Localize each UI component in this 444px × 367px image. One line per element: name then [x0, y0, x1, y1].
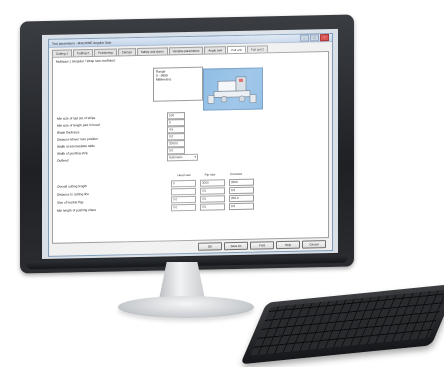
- field-label: Blade thickness: [57, 129, 80, 135]
- save-as-button[interactable]: Save As: [224, 241, 248, 251]
- outfeed-select[interactable]: Automatic: [167, 154, 198, 162]
- grid-cell[interactable]: 0.0: [229, 187, 254, 194]
- grid-row-label: Distance to cutting line: [57, 191, 90, 197]
- grid-cell[interactable]: 3200: [229, 179, 254, 186]
- tool-parameters-dialog: Tool parameters - MACHINE Angular Saw _ …: [48, 32, 333, 257]
- machine-preview-image: [203, 67, 263, 111]
- grid-cell[interactable]: 3000: [200, 179, 225, 187]
- grid-cell[interactable]: 200.0: [229, 195, 254, 202]
- field-row: Outfeed Automatic: [57, 154, 198, 163]
- keyboard-keys: [249, 289, 444, 356]
- help-button[interactable]: Help: [276, 240, 300, 250]
- field-input[interactable]: 0.0: [167, 147, 185, 155]
- field-label: Min size of length part in head: [57, 122, 100, 128]
- tab-panel: Multisaw 1 (Angular / Wrap saw oscillato…: [52, 51, 329, 244]
- field-input[interactable]: 0: [167, 119, 185, 127]
- grid-cell[interactable]: [171, 188, 196, 195]
- field-input[interactable]: 4.5: [167, 126, 185, 134]
- monitor: Tool parameters - MACHINE Angular Saw _ …: [20, 14, 354, 274]
- grid-cell[interactable]: 0.0: [200, 195, 225, 203]
- grid-cell[interactable]: 0.0: [200, 187, 225, 195]
- grid-header: Head saw Rip saw Crosscut: [171, 172, 249, 178]
- monitor-screen: Tool parameters - MACHINE Angular Saw _ …: [42, 28, 338, 260]
- grid-cell[interactable]: 0.0: [171, 196, 196, 203]
- grid-column-header: Rip saw: [204, 172, 216, 177]
- range-info-box: Range 0 - 9999 Millimeters: [153, 66, 203, 102]
- keyboard: [240, 283, 444, 365]
- grid-column-header: Crosscut: [230, 171, 242, 177]
- monitor-stand-base: [118, 296, 254, 318]
- saw-machine-icon: [207, 76, 257, 104]
- range-line: Millimeters: [156, 77, 172, 83]
- ok-button[interactable]: OK: [198, 242, 222, 251]
- grid-column-header: Head saw: [177, 172, 191, 178]
- field-input[interactable]: 0.0: [167, 133, 185, 141]
- grid-row-label: Min length of pushing share: [57, 207, 97, 213]
- grid-cell[interactable]: 0.0: [229, 203, 254, 210]
- field-label: Width of pushing strip: [57, 150, 88, 156]
- grid-row: Min length of pushing share 0.0 0.0 0.0: [57, 203, 258, 213]
- field-label: Distance Mover max position: [57, 136, 98, 142]
- field-input[interactable]: 2000.0: [167, 140, 185, 148]
- close-button[interactable]: ×: [320, 34, 329, 42]
- minimize-button[interactable]: _: [300, 34, 309, 42]
- grid-cell[interactable]: 0.0: [200, 203, 225, 211]
- maximize-button[interactable]: □: [310, 34, 319, 42]
- panel-subtitle: Multisaw 1 (Angular / Wrap saw oscillato…: [56, 58, 116, 64]
- grid-row-label: Size of marble flap: [57, 199, 84, 205]
- field-label: Width at intermediate table: [57, 143, 95, 149]
- print-button[interactable]: Print: [250, 241, 274, 250]
- grid-cell[interactable]: 0: [171, 180, 196, 187]
- grid-cell[interactable]: 0.0: [171, 204, 196, 211]
- dialog-button-bar: OK Save As Print Help Cancel: [198, 240, 326, 251]
- cancel-button[interactable]: Cancel: [302, 240, 326, 249]
- field-label: Min size of last set of strips: [57, 115, 96, 121]
- field-label: Outfeed: [57, 157, 69, 163]
- grid-row-label: Overall cutting length: [57, 183, 87, 189]
- field-input[interactable]: 100: [167, 112, 185, 120]
